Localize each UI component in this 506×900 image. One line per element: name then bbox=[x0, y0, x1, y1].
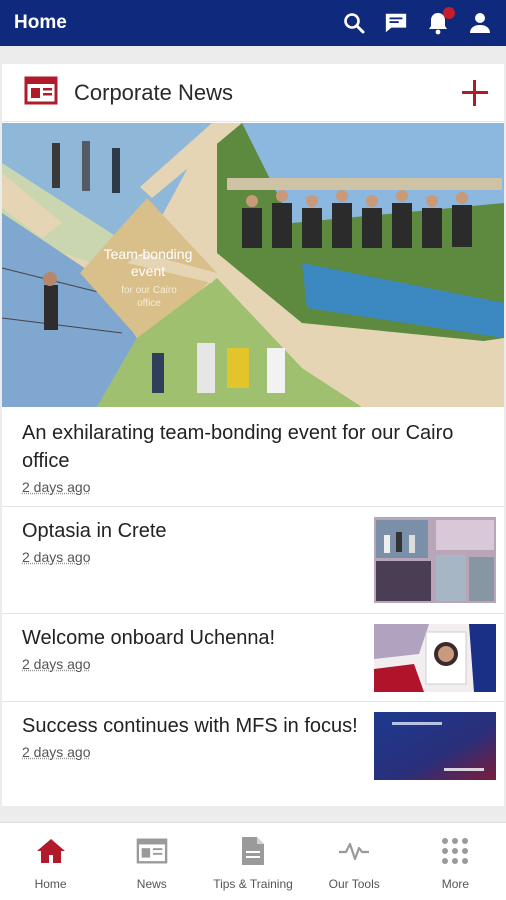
notification-badge bbox=[443, 7, 455, 19]
nav-label: More bbox=[441, 877, 470, 891]
add-news-button[interactable] bbox=[462, 79, 488, 106]
news-thumbnail bbox=[374, 712, 496, 780]
search-icon[interactable] bbox=[342, 11, 366, 35]
grid-icon bbox=[439, 835, 471, 867]
notifications-icon[interactable] bbox=[426, 7, 455, 35]
app-bar: Home bbox=[0, 0, 506, 46]
nav-tips-training[interactable]: Tips & Training bbox=[202, 823, 303, 900]
nav-label: Home bbox=[34, 877, 67, 891]
card-header: Corporate News bbox=[2, 64, 504, 122]
document-icon bbox=[237, 835, 269, 867]
news-item[interactable]: Optasia in Crete 2 days ago bbox=[2, 507, 504, 614]
news-title: Optasia in Crete bbox=[22, 520, 167, 542]
bottom-navigation: Home News Tips & Training Our Tools More bbox=[0, 822, 506, 900]
nav-home[interactable]: Home bbox=[0, 823, 101, 900]
news-item[interactable]: An exhilarating team-bonding event for o… bbox=[2, 407, 504, 507]
news-thumbnail bbox=[374, 517, 496, 603]
hero-overlay-subtitle: for our Cairo office bbox=[121, 285, 177, 309]
news-title: Success continues with MFS in focus! bbox=[22, 715, 358, 737]
news-date: 2 days ago bbox=[22, 744, 91, 760]
news-date: 2 days ago bbox=[22, 549, 91, 565]
corporate-news-card: Corporate News Team-bonding event for ou… bbox=[2, 64, 504, 806]
hero-overlay-title: Team-bonding event bbox=[103, 246, 193, 279]
hero-image[interactable]: Team-bonding event for our Cairo office bbox=[2, 123, 504, 407]
newspaper-icon bbox=[24, 75, 58, 110]
news-icon bbox=[136, 835, 168, 867]
nav-more[interactable]: More bbox=[405, 823, 506, 900]
home-icon bbox=[35, 835, 67, 867]
nav-news[interactable]: News bbox=[101, 823, 202, 900]
news-title: An exhilarating team-bonding event for o… bbox=[22, 422, 454, 472]
nav-label: Our Tools bbox=[328, 877, 380, 891]
nav-label: News bbox=[136, 877, 167, 891]
news-date: 2 days ago bbox=[22, 479, 91, 495]
page-title: Home bbox=[14, 12, 67, 33]
news-item[interactable]: Welcome onboard Uchenna! 2 days ago bbox=[2, 614, 504, 702]
news-date: 2 days ago bbox=[22, 656, 91, 672]
news-item[interactable]: Success continues with MFS in focus! 2 d… bbox=[2, 702, 504, 806]
section-title: Corporate News bbox=[74, 79, 233, 105]
news-thumbnail bbox=[374, 624, 496, 692]
profile-icon[interactable] bbox=[468, 11, 492, 35]
news-title: Welcome onboard Uchenna! bbox=[22, 627, 276, 649]
chat-icon[interactable] bbox=[384, 11, 408, 35]
pulse-icon bbox=[338, 835, 370, 867]
nav-our-tools[interactable]: Our Tools bbox=[304, 823, 405, 900]
nav-label: Tips & Training bbox=[213, 877, 293, 891]
